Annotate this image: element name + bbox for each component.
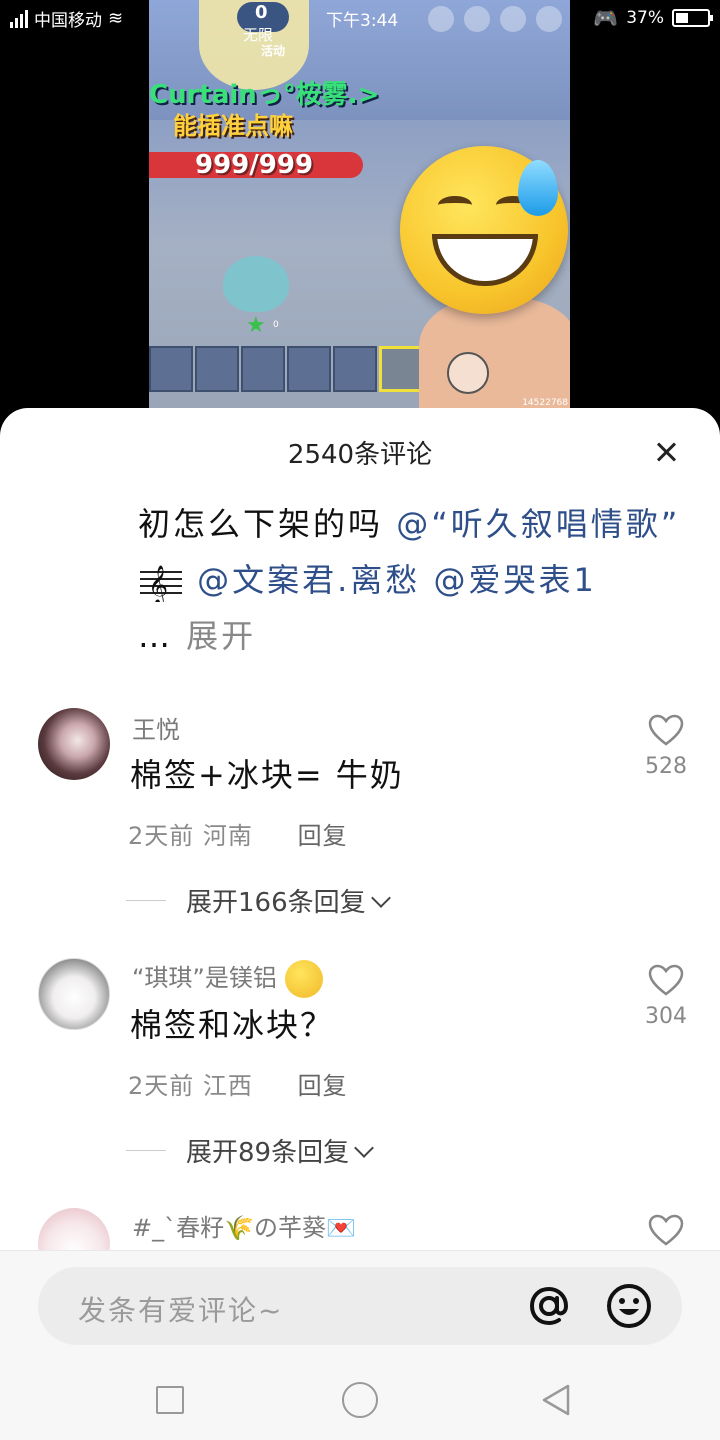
comment-time: 2天前 xyxy=(128,822,195,850)
chevron-down-icon xyxy=(354,1137,374,1158)
star-count: 0 xyxy=(273,320,279,330)
hotbar-slot xyxy=(195,346,239,392)
signal-icon xyxy=(10,9,28,28)
battery-icon xyxy=(672,9,713,27)
emoji-icon[interactable] xyxy=(606,1283,652,1329)
video-id: 14522768 xyxy=(522,398,568,408)
comment-author-row: “琪琪”是镁铝 xyxy=(132,958,323,998)
comment-author[interactable]: #_`春籽🌾の芊葵💌 xyxy=(132,1208,356,1243)
heart-icon xyxy=(648,1214,684,1246)
grinning-sweat-emoji-icon xyxy=(400,146,568,314)
gamepad-icon: 🎮 xyxy=(593,6,619,30)
divider-line xyxy=(126,900,166,901)
like-count: 304 xyxy=(645,1004,687,1029)
hotbar-slot-active xyxy=(379,346,423,392)
comment-location: 河南 xyxy=(202,822,253,850)
carrier-label: 中国移动 xyxy=(34,11,102,31)
at-mention-icon[interactable] xyxy=(526,1283,572,1329)
back-icon[interactable] xyxy=(538,1382,574,1418)
camera-icon xyxy=(428,6,454,32)
hotbar-slot xyxy=(241,346,285,392)
caption-ellipsis: … xyxy=(138,617,187,655)
expand-replies-label: 展开89条回复 xyxy=(186,1138,350,1168)
like-button[interactable] xyxy=(644,714,688,750)
comment-text: 棉签和冰块？ xyxy=(130,1006,335,1044)
comment-count-title: 2540条评论 xyxy=(287,440,433,470)
activity-label: 活动 xyxy=(261,44,286,58)
expand-replies[interactable]: 展开89条回复 xyxy=(126,1132,374,1169)
system-nav-bar xyxy=(0,1360,720,1440)
comment-meta: 2天前 河南 回复 xyxy=(128,816,348,851)
chevron-down-icon xyxy=(370,887,391,908)
clock: 下午3:44 xyxy=(326,11,399,31)
player-hand xyxy=(419,298,570,410)
status-bar: 中国移动 ≋ 下午3:44 🎮 37% xyxy=(0,0,720,36)
share-icon xyxy=(536,6,562,32)
hotbar-slot xyxy=(333,346,377,392)
mention-link[interactable]: @“听久叙唱情歌” xyxy=(396,505,680,543)
star-icon: ★ xyxy=(246,313,266,338)
heart-icon xyxy=(648,964,684,996)
comment-author[interactable]: 王悦 xyxy=(132,710,180,745)
status-right: 🎮 37% xyxy=(593,6,713,30)
like-button[interactable] xyxy=(644,1214,688,1250)
close-icon[interactable] xyxy=(646,432,686,472)
reply-button[interactable]: 回复 xyxy=(298,1072,348,1100)
hotbar-slot xyxy=(287,346,331,392)
video-caption: 初怎么下架的吗 @“听久叙唱情歌” 𝄞 @文案君.离愁 @爱哭表1 … 展开 xyxy=(138,496,688,664)
comment-time: 2天前 xyxy=(128,1072,195,1100)
wifi-icon: ≋ xyxy=(108,8,124,29)
avatar[interactable] xyxy=(38,708,110,780)
like-button[interactable] xyxy=(644,964,688,1000)
heart-icon xyxy=(648,714,684,746)
status-left: 中国移动 ≋ xyxy=(10,6,123,31)
sync-icon xyxy=(500,6,526,32)
caption-text: 初怎么下架的吗 xyxy=(138,505,397,543)
comment-location: 江西 xyxy=(202,1072,253,1100)
mention-link[interactable]: @文案君.离愁 xyxy=(197,561,420,599)
comment-input[interactable]: 发条有爱评论~ xyxy=(38,1267,682,1345)
hp-text: 999/999 xyxy=(195,150,314,180)
like-count: 528 xyxy=(645,754,687,779)
slime-creature xyxy=(223,256,289,312)
music-note-icon: 𝄞 xyxy=(140,565,182,602)
comment-input-placeholder: 发条有爱评论~ xyxy=(78,1294,284,1327)
comment-meta: 2天前 江西 回复 xyxy=(128,1066,348,1101)
recent-apps-icon[interactable] xyxy=(156,1386,184,1414)
mention-link[interactable]: @爱哭表1 xyxy=(434,561,597,599)
tool-button-icon xyxy=(447,352,489,394)
divider-line xyxy=(126,1150,166,1151)
player-subtitle: 能插准点嘛 xyxy=(173,112,293,140)
reply-button[interactable]: 回复 xyxy=(298,822,348,850)
chat-icon xyxy=(464,6,490,32)
notification-icons xyxy=(428,6,562,32)
comment-text: 棉签+冰块= 牛奶 xyxy=(130,756,404,794)
home-icon[interactable] xyxy=(342,1382,378,1418)
svg-text:𝄞: 𝄞 xyxy=(148,565,171,602)
avatar[interactable] xyxy=(38,958,110,1030)
yum-emoji-icon xyxy=(284,960,323,998)
hotbar-slot xyxy=(149,346,193,392)
battery-percent: 37% xyxy=(626,8,664,28)
expand-replies-label: 展开166条回复 xyxy=(186,888,366,918)
expand-replies[interactable]: 展开166条回复 xyxy=(126,882,391,919)
comment-input-bar: 发条有爱评论~ xyxy=(0,1250,720,1360)
comment-author[interactable]: “琪琪”是镁铝 xyxy=(132,964,277,992)
caption-expand-link[interactable]: 展开 xyxy=(186,617,256,655)
